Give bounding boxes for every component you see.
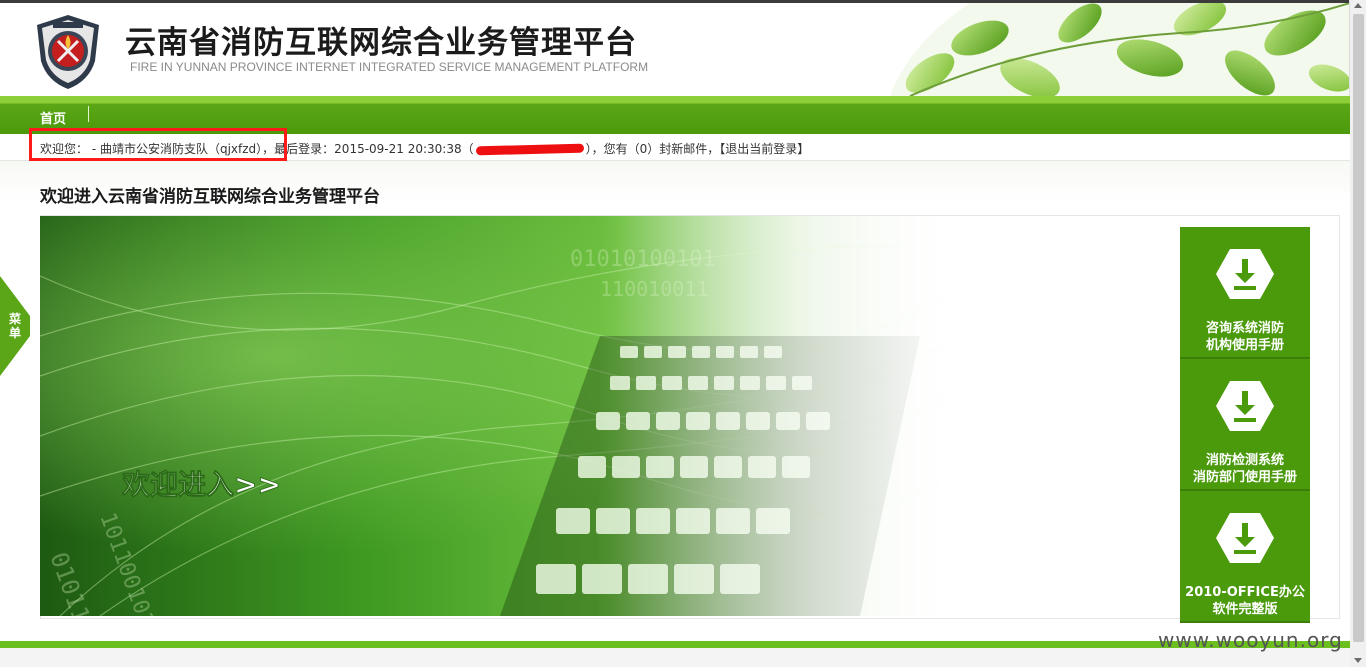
scroll-thumb[interactable] bbox=[1353, 14, 1364, 642]
download-inspection-manual-button[interactable]: 消防检测系统 消防部门使用手册 bbox=[1180, 359, 1310, 491]
download-office-suite-button[interactable]: 2010-OFFICE办公 软件完整版 bbox=[1180, 491, 1310, 623]
site-title: 云南省消防互联网综合业务管理平台 bbox=[125, 25, 637, 61]
leaves-decoration bbox=[850, 3, 1350, 96]
mail-count-text[interactable]: 您有（0）封新邮件， bbox=[604, 142, 720, 156]
download-icon bbox=[1216, 249, 1274, 299]
ip-open-paren: （ bbox=[461, 142, 474, 156]
nav-item-home[interactable]: 首页 bbox=[40, 108, 66, 127]
nav-divider bbox=[88, 106, 89, 122]
banner-welcome-text: 欢迎进入>> bbox=[121, 468, 281, 501]
welcome-banner[interactable]: 01010100101 110010011 0101101101 1011001… bbox=[40, 216, 970, 616]
menu-tab-label: 菜单 bbox=[8, 312, 21, 340]
footer-green-bar bbox=[0, 641, 1350, 648]
vertical-scrollbar[interactable] bbox=[1349, 0, 1366, 667]
download-label: 咨询系统消防 机构使用手册 bbox=[1205, 321, 1284, 353]
fire-badge-logo bbox=[37, 15, 99, 89]
download-label: 消防检测系统 消防部门使用手册 bbox=[1192, 453, 1297, 485]
site-subtitle: FIRE IN YUNNAN PROVINCE INTERNET INTEGRA… bbox=[130, 60, 649, 74]
last-login-time: 2015-09-21 20:30:38 bbox=[334, 142, 462, 156]
download-icon bbox=[1216, 381, 1274, 431]
logout-link[interactable]: 【退出当前登录】 bbox=[719, 142, 809, 156]
site-header: 云南省消防互联网综合业务管理平台 FIRE IN YUNNAN PROVINCE… bbox=[0, 3, 1350, 96]
scroll-down-arrow-icon[interactable] bbox=[1354, 658, 1362, 663]
scroll-up-arrow-icon[interactable] bbox=[1354, 3, 1362, 8]
section-title: 欢迎进入云南省消防互联网综合业务管理平台 bbox=[40, 187, 380, 207]
footer-area bbox=[0, 648, 1350, 667]
highlight-annotation-box bbox=[29, 128, 287, 161]
download-icon bbox=[1216, 513, 1274, 563]
wooyun-watermark: www.wooyun.org bbox=[1158, 628, 1343, 652]
download-label: 2010-OFFICE办公 软件完整版 bbox=[1185, 585, 1305, 617]
ip-close-paren: ）， bbox=[585, 142, 604, 156]
redacted-ip bbox=[475, 143, 584, 156]
download-consult-manual-button[interactable]: 咨询系统消防 机构使用手册 bbox=[1180, 227, 1310, 359]
